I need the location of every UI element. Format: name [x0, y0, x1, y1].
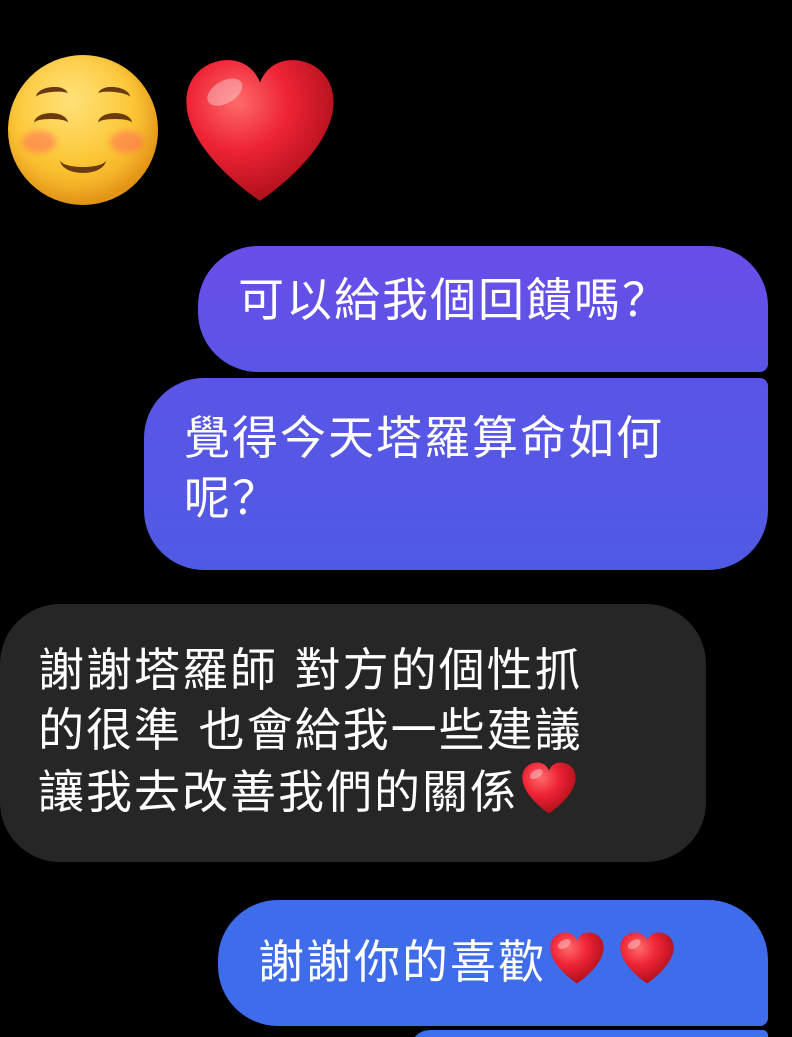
message-text: 謝謝你的喜歡: [258, 935, 546, 989]
outgoing-message-bubble[interactable]: 謝謝你的喜歡: [218, 900, 768, 1026]
message-text: 呢？: [184, 471, 280, 525]
message-line: 讓我去改善我們的關係: [38, 760, 670, 822]
outgoing-message-bubble[interactable]: 可以給我個回饋嗎？: [198, 246, 768, 372]
chat-screen: 可以給我個回饋嗎？ 覺得今天塔羅算命如何 呢？ 謝謝塔羅師 對方的個性抓 的很準…: [0, 0, 792, 1037]
red-heart-icon: [180, 53, 340, 208]
message-text: 謝謝塔羅師 對方的個性抓: [38, 643, 583, 697]
message-text: 可以給我個回饋嗎？: [238, 273, 670, 327]
red-heart-icon: [520, 760, 578, 816]
message-text: 的很準 也會給我一些建議: [38, 703, 583, 757]
emoji-reaction-message[interactable]: [8, 50, 340, 210]
red-heart-icon: [548, 930, 606, 986]
message-text: 覺得今天塔羅算命如何: [184, 411, 664, 465]
incoming-message-bubble[interactable]: 謝謝塔羅師 對方的個性抓 的很準 也會給我一些建議 讓我去改善我們的關係: [0, 604, 706, 862]
message-text: 讓我去改善我們的關係: [38, 765, 518, 819]
red-heart-icon: [618, 930, 676, 986]
outgoing-message-bubble[interactable]: 覺得今天塔羅算命如何 呢？: [144, 378, 768, 570]
message-line: 謝謝你的喜歡: [258, 930, 728, 992]
outgoing-message-bubble-partial[interactable]: [410, 1030, 768, 1037]
smiling-face-icon: [8, 55, 158, 205]
